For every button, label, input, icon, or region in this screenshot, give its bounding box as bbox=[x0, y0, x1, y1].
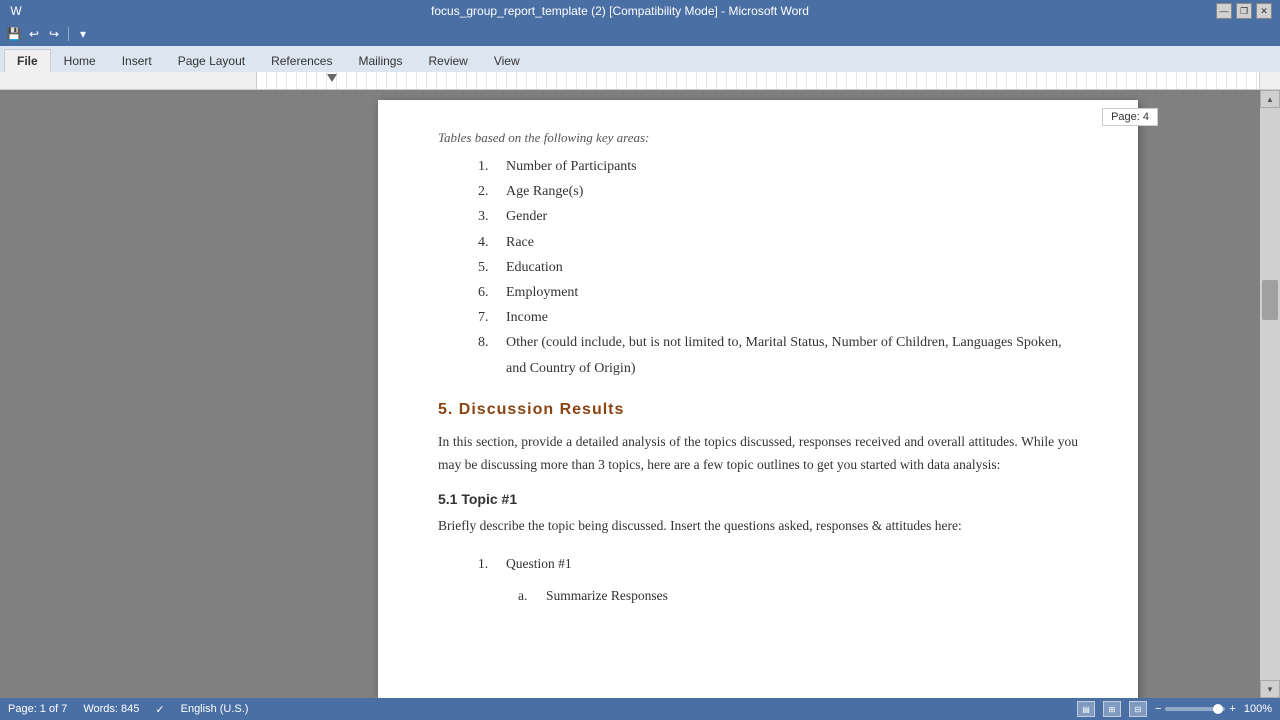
list-num: 2. bbox=[478, 179, 498, 204]
more-icon[interactable]: ▾ bbox=[75, 26, 91, 42]
word-count: Words: 845 bbox=[83, 703, 139, 715]
page-count: Page: 1 of 7 bbox=[8, 703, 67, 715]
tab-references[interactable]: References bbox=[258, 49, 345, 72]
list-num: 1. bbox=[478, 552, 498, 576]
undo-icon[interactable]: ↩ bbox=[26, 26, 42, 42]
scrollbar-thumb[interactable] bbox=[1262, 280, 1278, 320]
ruler-marks bbox=[257, 72, 1259, 89]
summarize-list: a. Summarize Responses bbox=[518, 584, 1078, 608]
list-item: 8. Other (could include, but is not limi… bbox=[478, 330, 1078, 380]
list-num: 7. bbox=[478, 305, 498, 330]
numbered-list: 1. Number of Participants 2. Age Range(s… bbox=[478, 154, 1078, 381]
ruler-content bbox=[256, 72, 1260, 89]
web-layout-button[interactable]: ⊟ bbox=[1129, 701, 1147, 717]
list-text: Education bbox=[506, 255, 563, 280]
indent-marker[interactable] bbox=[327, 74, 337, 82]
quick-access-toolbar: 💾 ↩ ↪ ▾ bbox=[0, 22, 1280, 46]
tab-home[interactable]: Home bbox=[51, 49, 109, 72]
zoom-control: − + bbox=[1155, 703, 1236, 715]
list-item: 1. Question #1 bbox=[478, 552, 1078, 576]
tab-review[interactable]: Review bbox=[415, 49, 480, 72]
scroll-up-button[interactable]: ▲ bbox=[1260, 90, 1280, 108]
redo-icon[interactable]: ↪ bbox=[46, 26, 62, 42]
document-area[interactable]: Page: 4 Tables based on the following ke… bbox=[256, 90, 1260, 698]
list-item: 6. Employment bbox=[478, 280, 1078, 305]
page-label: Page: 4 bbox=[1102, 108, 1158, 126]
section-5-heading: 5. Discussion Results bbox=[438, 401, 1078, 419]
section-51-body: Briefly describe the topic being discuss… bbox=[438, 515, 1078, 538]
list-item: 1. Number of Participants bbox=[478, 154, 1078, 179]
list-text: Income bbox=[506, 305, 548, 330]
list-text: Employment bbox=[506, 280, 578, 305]
section-5-body: In this section, provide a detailed anal… bbox=[438, 431, 1078, 477]
list-item: 5. Education bbox=[478, 255, 1078, 280]
list-text: Other (could include, but is not limited… bbox=[506, 330, 1078, 380]
maximize-button[interactable]: ❐ bbox=[1236, 3, 1252, 19]
list-item: 4. Race bbox=[478, 230, 1078, 255]
tab-insert[interactable]: Insert bbox=[109, 49, 165, 72]
status-bar: Page: 1 of 7 Words: 845 ✓ English (U.S.)… bbox=[0, 698, 1280, 720]
toolbar-separator bbox=[68, 27, 69, 41]
left-sidebar bbox=[0, 90, 256, 698]
intro-text: Tables based on the following key areas: bbox=[438, 130, 1078, 146]
zoom-slider[interactable] bbox=[1165, 707, 1225, 711]
list-num: 8. bbox=[478, 330, 498, 380]
list-text: Number of Participants bbox=[506, 154, 637, 179]
title-bar: W focus_group_report_template (2) [Compa… bbox=[0, 0, 1280, 22]
list-item: 7. Income bbox=[478, 305, 1078, 330]
list-num: 3. bbox=[478, 204, 498, 229]
list-text: Question #1 bbox=[506, 552, 572, 576]
minimize-button[interactable]: — bbox=[1216, 3, 1232, 19]
list-letter: a. bbox=[518, 584, 538, 608]
list-item: 2. Age Range(s) bbox=[478, 179, 1078, 204]
list-text: Gender bbox=[506, 204, 547, 229]
tab-view[interactable]: View bbox=[481, 49, 533, 72]
ribbon-tabs: File Home Insert Page Layout References … bbox=[0, 46, 1280, 72]
section-51-heading: 5.1 Topic #1 bbox=[438, 491, 1078, 507]
language: English (U.S.) bbox=[181, 703, 249, 715]
tab-mailings[interactable]: Mailings bbox=[345, 49, 415, 72]
ruler bbox=[0, 72, 1280, 90]
print-layout-button[interactable]: ▤ bbox=[1077, 701, 1095, 717]
full-screen-button[interactable]: ⊞ bbox=[1103, 701, 1121, 717]
page: Page: 4 Tables based on the following ke… bbox=[378, 100, 1138, 698]
save-icon[interactable]: 💾 bbox=[6, 26, 22, 42]
question-list: 1. Question #1 bbox=[478, 552, 1078, 576]
list-num: 6. bbox=[478, 280, 498, 305]
scrollbar-track[interactable] bbox=[1260, 108, 1280, 680]
zoom-level: 100% bbox=[1244, 703, 1272, 715]
window-title: focus_group_report_template (2) [Compati… bbox=[24, 4, 1216, 18]
list-text: Race bbox=[506, 230, 534, 255]
list-num: 1. bbox=[478, 154, 498, 179]
scroll-down-button[interactable]: ▼ bbox=[1260, 680, 1280, 698]
list-item: a. Summarize Responses bbox=[518, 584, 1078, 608]
list-num: 4. bbox=[478, 230, 498, 255]
close-button[interactable]: ✕ bbox=[1256, 3, 1272, 19]
spell-check-icon[interactable]: ✓ bbox=[155, 703, 164, 716]
word-icon: W bbox=[8, 3, 24, 19]
list-text: Age Range(s) bbox=[506, 179, 583, 204]
tab-file[interactable]: File bbox=[4, 49, 51, 72]
list-text: Summarize Responses bbox=[546, 584, 668, 608]
tab-page-layout[interactable]: Page Layout bbox=[165, 49, 258, 72]
zoom-out-icon[interactable]: − bbox=[1155, 703, 1161, 715]
status-bar-right: ▤ ⊞ ⊟ − + 100% bbox=[1077, 701, 1272, 717]
zoom-in-icon[interactable]: + bbox=[1229, 703, 1235, 715]
list-item: 3. Gender bbox=[478, 204, 1078, 229]
right-scrollbar[interactable]: ▲ ▼ bbox=[1260, 90, 1280, 698]
main-area: Page: 4 Tables based on the following ke… bbox=[0, 90, 1280, 698]
window-controls[interactable]: — ❐ ✕ bbox=[1216, 3, 1272, 19]
zoom-thumb[interactable] bbox=[1213, 704, 1223, 714]
list-num: 5. bbox=[478, 255, 498, 280]
